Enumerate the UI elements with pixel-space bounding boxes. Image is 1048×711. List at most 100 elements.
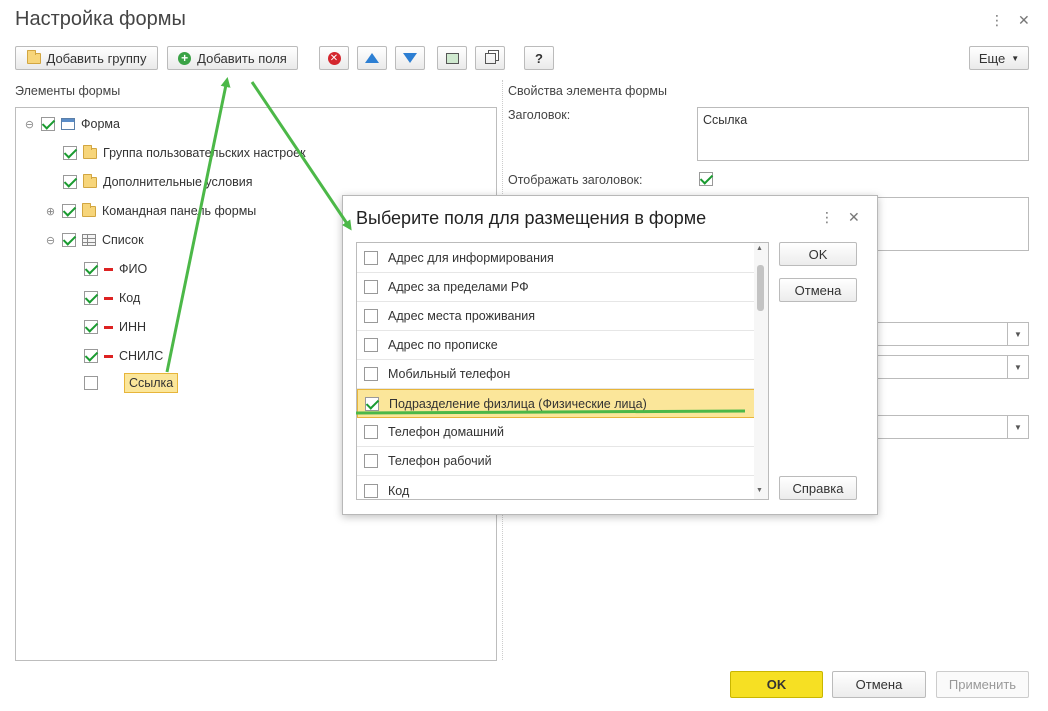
scrollbar[interactable]: ▲ ▼ bbox=[754, 243, 768, 499]
move-up-button[interactable] bbox=[357, 46, 387, 70]
list-item[interactable]: Адрес для информирования bbox=[357, 244, 755, 273]
tree-item-snils[interactable]: СНИЛС bbox=[84, 345, 163, 367]
field-icon bbox=[104, 267, 113, 271]
dialog-ok-button[interactable]: OK bbox=[779, 242, 857, 266]
tree-item-label: Командная панель формы bbox=[102, 204, 257, 218]
tree-item-list[interactable]: ⊖ Список bbox=[45, 229, 144, 251]
tree-item-link[interactable]: Ссылка bbox=[84, 372, 179, 394]
field-icon bbox=[104, 296, 113, 300]
plus-circle-icon: + bbox=[178, 51, 192, 65]
list-item[interactable]: Код bbox=[357, 476, 755, 499]
show-caption-label: Отображать заголовок: bbox=[508, 173, 643, 187]
tree-item-label: Код bbox=[119, 291, 141, 305]
list-item[interactable]: Адрес по прописке bbox=[357, 331, 755, 360]
tree-item-label: СНИЛС bbox=[119, 349, 164, 363]
delete-button[interactable]: ✕ bbox=[319, 46, 349, 70]
dialog-cancel-button[interactable]: Отмена bbox=[779, 278, 857, 302]
tree-item-code[interactable]: Код bbox=[84, 287, 140, 309]
field-checkbox[interactable] bbox=[364, 483, 378, 498]
dialog-help-button[interactable]: Справка bbox=[779, 476, 857, 500]
more-label: Еще bbox=[978, 50, 1006, 66]
tree-checkbox[interactable] bbox=[84, 262, 98, 276]
scroll-down-icon[interactable]: ▼ bbox=[756, 487, 763, 494]
tree-checkbox[interactable] bbox=[63, 175, 77, 189]
list-item[interactable]: Телефон рабочий bbox=[357, 447, 755, 476]
field-checkbox[interactable] bbox=[364, 425, 378, 439]
add-group-button[interactable]: Добавить группу bbox=[15, 46, 158, 70]
field-checkbox[interactable] bbox=[364, 280, 378, 294]
folder-icon bbox=[83, 144, 97, 159]
more-button[interactable]: Еще ▼ bbox=[969, 46, 1029, 70]
tree-item-form[interactable]: ⊖ Форма bbox=[24, 113, 120, 135]
field-checkbox[interactable] bbox=[364, 338, 378, 352]
dialog-close-icon[interactable]: ✕ bbox=[848, 209, 860, 226]
field-label: Код bbox=[388, 483, 410, 498]
dropdown-icon[interactable]: ▼ bbox=[1007, 416, 1028, 438]
show-caption-checkbox[interactable] bbox=[699, 172, 713, 186]
tree-checkbox[interactable] bbox=[84, 349, 98, 363]
field-checkbox[interactable] bbox=[364, 251, 378, 265]
dialog-title: Выберите поля для размещения в форме bbox=[356, 208, 707, 228]
copy-button[interactable] bbox=[475, 46, 505, 70]
tree-checkbox[interactable] bbox=[84, 376, 98, 390]
scrollbar-thumb[interactable] bbox=[757, 265, 764, 311]
caption-label: Заголовок: bbox=[508, 108, 571, 122]
tree-item-extra-conditions[interactable]: Дополнительные условия bbox=[63, 171, 253, 193]
check-all-icon bbox=[445, 52, 459, 64]
tree-item-user-settings-group[interactable]: Группа пользовательских настроек bbox=[63, 142, 306, 164]
list-item[interactable]: Телефон домашний bbox=[357, 418, 755, 447]
field-checkbox[interactable] bbox=[364, 367, 378, 381]
move-down-button[interactable] bbox=[395, 46, 425, 70]
tree-item-fio[interactable]: ФИО bbox=[84, 258, 147, 280]
tree-checkbox[interactable] bbox=[84, 320, 98, 334]
dropdown-icon[interactable]: ▼ bbox=[1007, 356, 1028, 378]
list-item[interactable]: Адрес места проживания bbox=[357, 302, 755, 331]
field-checkbox[interactable] bbox=[364, 454, 378, 468]
tree-item-label: Группа пользовательских настроек bbox=[103, 146, 306, 160]
collapse-icon[interactable]: ⊖ bbox=[24, 118, 35, 131]
tree-checkbox[interactable] bbox=[62, 204, 76, 218]
field-checkbox[interactable] bbox=[365, 396, 379, 411]
field-label: Адрес места проживания bbox=[388, 309, 536, 323]
delete-icon: ✕ bbox=[327, 51, 341, 65]
dropdown-icon[interactable]: ▼ bbox=[1007, 323, 1028, 345]
field-icon bbox=[104, 325, 113, 329]
tree-checkbox[interactable] bbox=[63, 146, 77, 160]
more-menu-icon[interactable]: ⋮ bbox=[990, 12, 1004, 29]
folder-add-icon bbox=[26, 49, 41, 64]
add-fields-label: Добавить поля bbox=[197, 50, 287, 66]
field-checkbox[interactable] bbox=[364, 309, 378, 323]
list-item-selected[interactable]: Подразделение физлица (Физические лица) bbox=[357, 389, 755, 418]
scroll-up-icon[interactable]: ▲ bbox=[756, 245, 763, 252]
fields-list[interactable]: Адрес для информирования Адрес за предел… bbox=[356, 242, 769, 500]
apply-button[interactable]: Применить bbox=[936, 671, 1029, 698]
tree-checkbox[interactable] bbox=[62, 233, 76, 247]
cancel-button[interactable]: Отмена bbox=[832, 671, 926, 698]
chevron-down-icon: ▼ bbox=[1011, 53, 1020, 63]
tree-item-inn[interactable]: ИНН bbox=[84, 316, 146, 338]
tree-checkbox[interactable] bbox=[41, 117, 55, 131]
ok-button[interactable]: OK bbox=[730, 671, 823, 698]
tree-item-command-panel[interactable]: ⊕ Командная панель формы bbox=[45, 200, 256, 222]
caption-field[interactable]: Ссылка bbox=[697, 107, 1029, 161]
expand-icon[interactable]: ⊕ bbox=[45, 205, 56, 218]
list-item[interactable]: Мобильный телефон bbox=[357, 360, 755, 389]
tree-item-label: Дополнительные условия bbox=[103, 175, 253, 189]
tree-item-label: Список bbox=[102, 233, 144, 247]
help-button[interactable]: ? bbox=[524, 46, 554, 70]
arrow-down-icon bbox=[403, 53, 417, 63]
folder-icon bbox=[83, 173, 97, 188]
check-all-button[interactable] bbox=[437, 46, 467, 70]
tree-checkbox[interactable] bbox=[84, 291, 98, 305]
field-label: Адрес по прописке bbox=[388, 338, 498, 352]
list-item[interactable]: Адрес за пределами РФ bbox=[357, 273, 755, 302]
collapse-icon[interactable]: ⊖ bbox=[45, 234, 56, 247]
close-icon[interactable]: ✕ bbox=[1018, 12, 1030, 29]
dialog-more-icon[interactable]: ⋮ bbox=[820, 209, 834, 226]
form-icon bbox=[61, 118, 75, 130]
add-fields-button[interactable]: + Добавить поля bbox=[167, 46, 298, 70]
arrow-up-icon bbox=[365, 53, 379, 63]
add-group-label: Добавить группу bbox=[46, 50, 147, 66]
field-icon bbox=[104, 354, 113, 358]
tree-header: Элементы формы bbox=[15, 84, 121, 98]
